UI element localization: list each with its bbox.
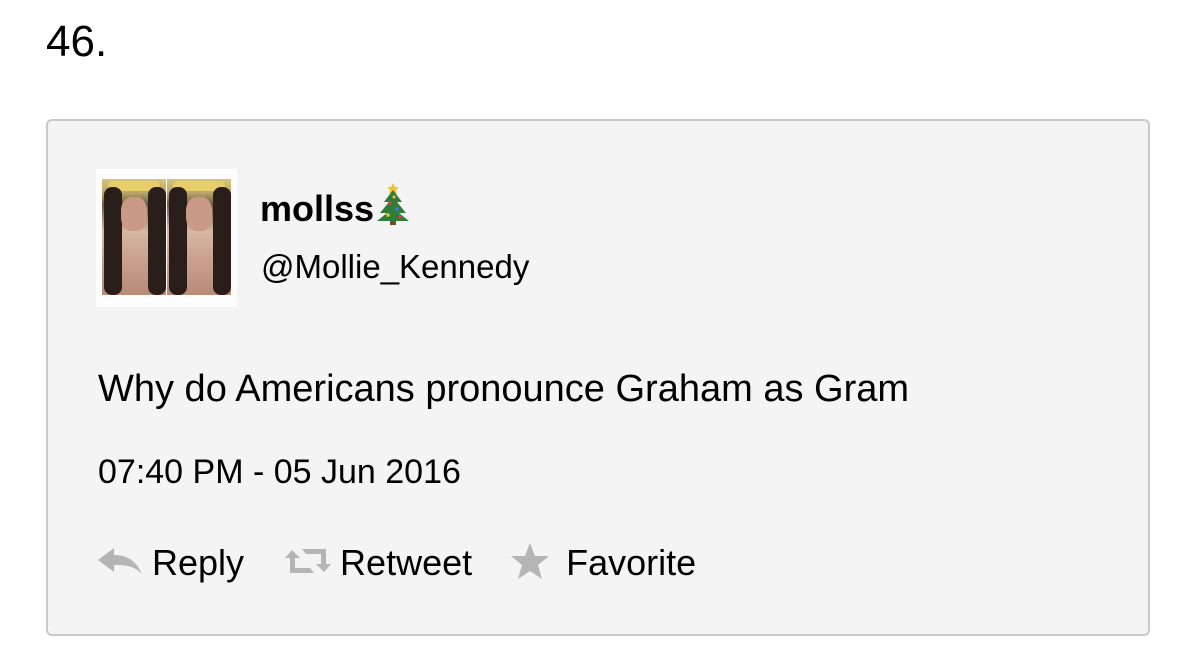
avatar-photo-right [167,179,231,295]
reply-icon [96,546,144,581]
tweet-actions: Reply Retweet Favorite [96,539,696,587]
avatar[interactable] [96,169,237,307]
favorite-label: Favorite [566,542,697,583]
retweet-button[interactable]: Retweet [284,541,472,585]
item-number: 46. [46,17,108,66]
display-name[interactable]: mollss [260,188,374,229]
user-handle[interactable]: @Mollie_Kennedy [261,247,529,287]
tweet-timestamp[interactable]: 07:40 PM - 05 Jun 2016 [98,451,461,493]
avatar-photo-left [102,179,166,295]
display-name-row[interactable]: mollss [260,183,410,235]
reply-label: Reply [152,542,245,583]
retweet-label: Retweet [340,542,473,583]
christmas-tree-icon [376,183,410,235]
retweet-icon [284,546,332,581]
favorite-button[interactable]: Favorite [510,541,696,585]
star-icon [510,542,550,585]
reply-button[interactable]: Reply [96,541,244,585]
tweet-card: mollss @Mollie_Kennedy Why do Americans … [46,119,1150,636]
tweet-text: Why do Americans pronounce Graham as Gra… [98,368,910,410]
